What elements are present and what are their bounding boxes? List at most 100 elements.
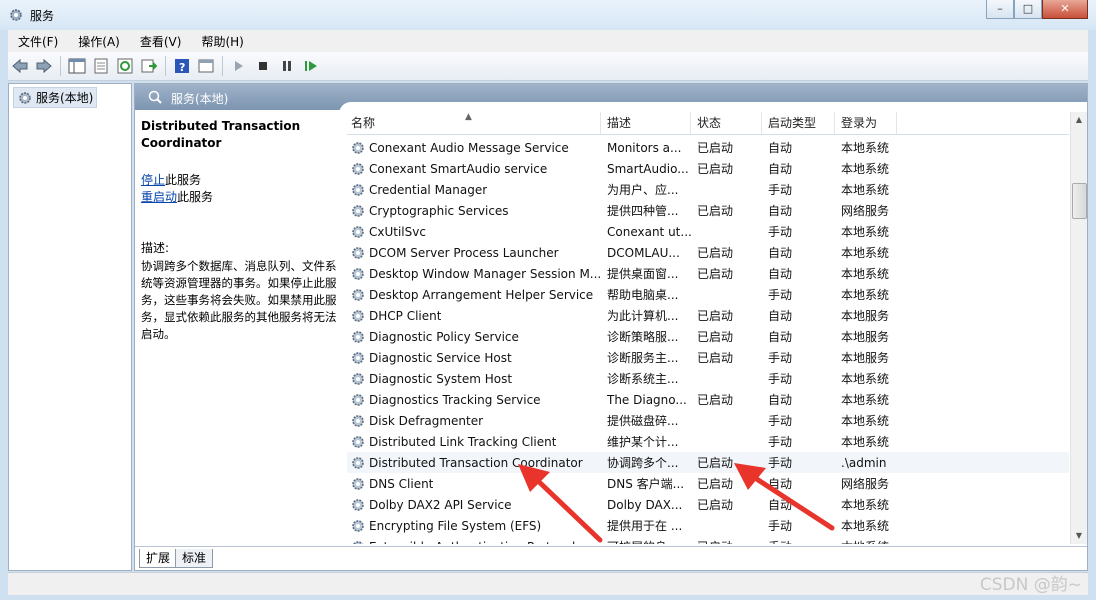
cell-name: Diagnostic System Host [347,372,601,386]
table-row[interactable]: Conexant SmartAudio service SmartAudio...… [347,158,1069,179]
cell-log-on-as: 本地系统 [841,393,890,407]
stop-service-icon[interactable] [252,55,274,77]
cell-startup-type: 手动 [768,183,793,197]
table-row[interactable]: Disk Defragmenter 提供磁盘碎... 手动 本地系统 [347,410,1069,431]
help-icon[interactable]: ? [171,55,193,77]
table-row[interactable]: Distributed Link Tracking Client 维护某个计...… [347,431,1069,452]
menu-view[interactable]: 查看(V) [130,33,192,50]
cell-startup-type: 自动 [768,477,793,491]
column-header-description[interactable]: 描述 [601,112,691,134]
tab-standard[interactable]: 标准 [175,549,214,568]
cell-description: 诊断服务主... [607,351,679,365]
vertical-scrollbar[interactable]: ▲ ▼ [1070,112,1087,544]
scroll-down-icon[interactable]: ▼ [1071,528,1087,544]
restart-service-icon[interactable] [300,55,322,77]
cell-startup-type: 手动 [768,456,793,470]
properties-icon[interactable] [90,55,112,77]
table-row[interactable]: Diagnostics Tracking Service The Diagno..… [347,389,1069,410]
tab-extended[interactable]: 扩展 [139,549,178,568]
cell-name: Diagnostics Tracking Service [347,393,601,407]
search-services-icon [148,90,162,104]
stop-service-link[interactable]: 停止 [141,173,165,187]
cell-description: 帮助电脑桌... [607,288,679,302]
tree-item-services-local[interactable]: 服务(本地) [13,87,98,108]
back-icon[interactable] [9,55,31,77]
cell-startup-type: 自动 [768,162,793,176]
toolbar-separator [60,56,61,76]
table-row[interactable]: Diagnostic Service Host 诊断服务主... 已启动 手动 本地服务 [347,347,1069,368]
menu-help[interactable]: 帮助(H) [191,33,253,50]
cell-name: Conexant Audio Message Service [347,141,601,155]
scroll-thumb[interactable] [1072,183,1087,219]
export-list-icon[interactable] [138,55,160,77]
forward-icon[interactable] [33,55,55,77]
cell-name: DCOM Server Process Launcher [347,246,601,260]
list-header: ▲ 名称 描述 状态 启动类型 登录为 [347,112,1069,135]
refresh-icon[interactable] [114,55,136,77]
cell-name: DHCP Client [347,309,601,323]
cell-startup-type: 手动 [768,225,793,239]
table-row[interactable]: Encrypting File System (EFS) 提供用于在 ... 手动 本… [347,515,1069,536]
watermark: CSDN @韵~ [979,575,1082,595]
maximize-button[interactable]: □ [1014,0,1042,19]
column-header-name[interactable]: ▲ 名称 [347,112,601,134]
show-hide-icon[interactable] [195,55,217,77]
table-row[interactable]: DCOM Server Process Launcher DCOMLAU... 已启… [347,242,1069,263]
restart-service-link[interactable]: 重启动 [141,190,177,204]
cell-log-on-as: 本地系统 [841,267,890,281]
table-row[interactable]: Cryptographic Services 提供四种管... 已启动 自动 网络服务 [347,200,1069,221]
table-row[interactable]: CxUtilSvc Conexant ut... 手动 本地系统 [347,221,1069,242]
cell-startup-type: 手动 [768,435,793,449]
cell-description: Monitors a... [607,140,682,155]
cell-description: Dolby DAX... [607,497,683,512]
console-tree-icon[interactable] [66,55,88,77]
svg-text:?: ? [179,61,185,74]
service-gear-icon [352,330,364,343]
service-gear-icon [352,288,364,301]
table-row[interactable]: Distributed Transaction Coordinator 协调跨多个… [347,452,1069,473]
start-service-icon[interactable] [228,55,250,77]
cell-log-on-as: 本地服务 [841,351,890,365]
pause-service-icon[interactable] [276,55,298,77]
table-row[interactable]: Conexant Audio Message Service Monitors a… [347,137,1069,158]
cell-name: CxUtilSvc [347,225,601,239]
table-row[interactable]: Desktop Window Manager Session M... 提供桌面窗… [347,263,1069,284]
cell-startup-type: 自动 [768,498,793,512]
menu-file[interactable]: 文件(F) [8,33,68,50]
cell-log-on-as: 本地系统 [841,288,890,302]
menu-bar: 文件(F) 操作(A) 查看(V) 帮助(H) [8,30,1088,52]
scroll-up-icon[interactable]: ▲ [1071,112,1087,128]
table-row[interactable]: Diagnostic System Host 诊断系统主... 手动 本地系统 [347,368,1069,389]
cell-name: Dolby DAX2 API Service [347,498,601,512]
table-row[interactable]: Credential Manager 为用户、应... 手动 本地系统 [347,179,1069,200]
table-row[interactable]: Desktop Arrangement Helper Service 帮助电脑桌.… [347,284,1069,305]
cell-description: The Diagno... [607,392,687,407]
view-tabs: 扩展 标准 [135,546,1087,569]
table-row[interactable]: Diagnostic Policy Service 诊断策略服... 已启动 自动 本地… [347,326,1069,347]
minimize-button[interactable]: – [986,0,1014,19]
detail-service-name: Distributed Transaction Coordinator [141,119,301,150]
cell-name: Desktop Window Manager Session M... [347,267,601,281]
cell-startup-type: 自动 [768,204,793,218]
cell-description: 协调跨多个... [607,456,679,470]
cell-log-on-as: 本地系统 [835,538,897,544]
cell-startup-type: 手动 [768,414,793,428]
column-header-status[interactable]: 状态 [691,112,762,134]
table-row[interactable]: DNS Client DNS 客户端... 已启动 自动 网络服务 [347,473,1069,494]
column-header-startup-type[interactable]: 启动类型 [762,112,835,134]
cell-name: Desktop Arrangement Helper Service [347,288,601,302]
service-gear-icon [352,414,364,427]
table-row[interactable]: DHCP Client 为此计算机... 已启动 自动 本地服务 [347,305,1069,326]
cell-status: 已启动 [697,162,734,176]
toolbar-separator [222,56,223,76]
table-row[interactable]: Dolby DAX2 API Service Dolby DAX... 已启动 自动 本… [347,494,1069,515]
table-row[interactable]: Extensible Authentication Protocol可扩展的身.… [347,536,1069,544]
close-button[interactable]: ✕ [1042,0,1088,19]
toolbar-separator [165,56,166,76]
menu-action[interactable]: 操作(A) [68,33,130,50]
service-gear-icon [352,498,364,511]
sort-ascending-icon: ▲ [465,112,472,122]
column-header-log-on-as[interactable]: 登录为 [835,112,897,134]
cell-description: 维护某个计... [607,435,679,449]
cell-name: Credential Manager [347,183,601,197]
